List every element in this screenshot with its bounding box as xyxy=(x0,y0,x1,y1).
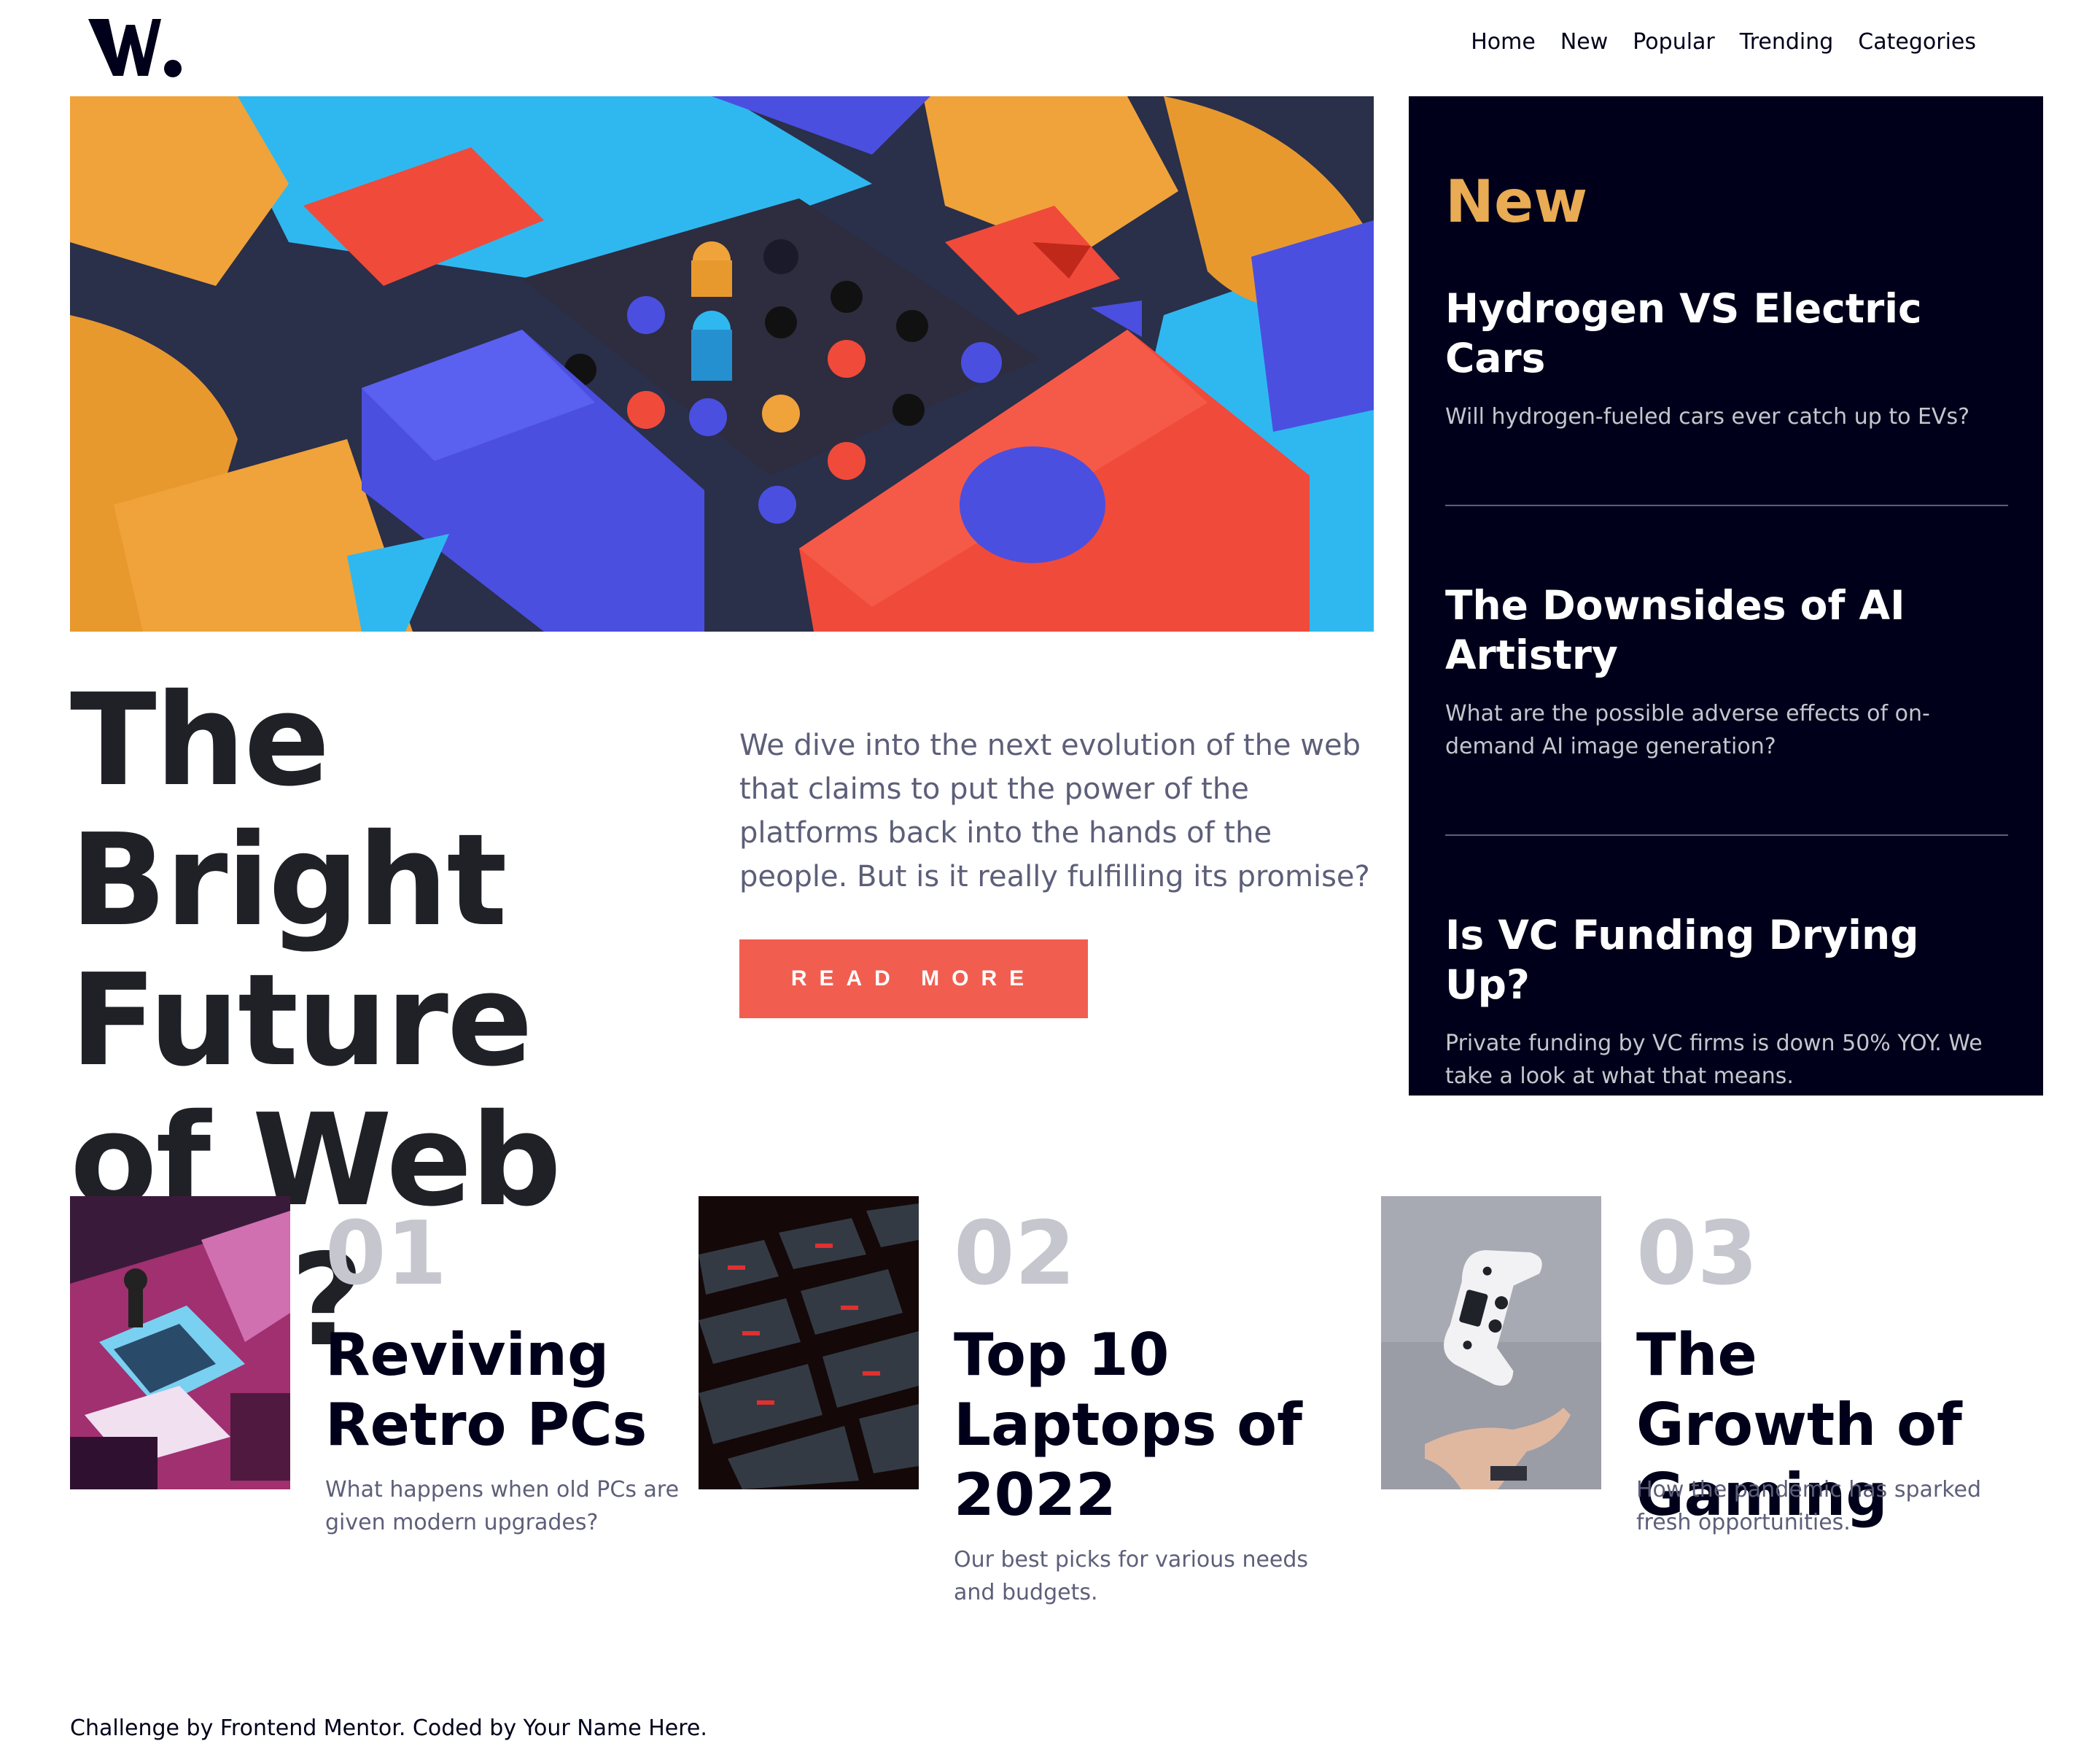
retro-pcs-thumbnail xyxy=(70,1196,290,1489)
laptops-thumbnail xyxy=(699,1196,919,1489)
card-number: 02 xyxy=(954,1203,1076,1305)
nav-popular[interactable]: Popular xyxy=(1633,29,1715,55)
new-article-text: What are the possible adverse effects of… xyxy=(1445,701,1930,759)
new-panel-title: New xyxy=(1445,168,1588,236)
nav-new[interactable]: New xyxy=(1560,29,1608,55)
article-card-01: 01 Reviving Retro PCs What happens when … xyxy=(70,1196,697,1648)
new-article-item[interactable]: Is VC Funding Drying Up? Private funding… xyxy=(1445,910,2008,1164)
gaming-thumbnail xyxy=(1381,1196,1601,1489)
hero-description: We dive into the next evolution of the w… xyxy=(739,729,1370,893)
logo-w-mark xyxy=(88,19,182,77)
card-text: How the pandemic has sparked fresh oppor… xyxy=(1636,1477,1982,1535)
nav-categories[interactable]: Categories xyxy=(1858,29,1976,55)
nav-home[interactable]: Home xyxy=(1471,29,1536,55)
new-article-title[interactable]: Hydrogen VS Electric Cars xyxy=(1445,284,2008,383)
new-article-text: Private funding by VC firms is down 50% … xyxy=(1445,1031,1983,1089)
card-title[interactable]: Top 10 Laptops of 2022 xyxy=(954,1320,1333,1530)
new-article-item[interactable]: The Downsides of AI Artistry What are th… xyxy=(1445,581,2008,836)
nav-trending[interactable]: Trending xyxy=(1740,29,1834,55)
article-card-03: 03 The Growth of Gaming How the pandemic… xyxy=(1381,1196,2037,1648)
card-text: What happens when old PCs are given mode… xyxy=(325,1477,680,1535)
card-number: 03 xyxy=(1636,1203,1758,1305)
read-more-button[interactable]: READ MORE xyxy=(739,939,1088,1018)
card-text: Our best picks for various needs and bud… xyxy=(954,1547,1309,1605)
new-article-item[interactable]: Hydrogen VS Electric Cars Will hydrogen-… xyxy=(1445,284,2008,506)
new-article-text: Will hydrogen-fueled cars ever catch up … xyxy=(1445,404,1970,430)
hero-image xyxy=(70,96,1374,632)
site-logo[interactable] xyxy=(88,16,183,79)
new-article-title[interactable]: Is VC Funding Drying Up? xyxy=(1445,910,2008,1009)
card-number: 01 xyxy=(325,1203,447,1305)
main-nav: Home New Popular Trending Categories xyxy=(1471,29,1976,55)
new-articles-panel: New Hydrogen VS Electric Cars Will hydro… xyxy=(1409,96,2043,1096)
article-card-02: 02 Top 10 Laptops of 2022 Our best picks… xyxy=(699,1196,1355,1648)
card-title[interactable]: Reviving Retro PCs xyxy=(325,1320,704,1460)
new-article-title[interactable]: The Downsides of AI Artistry xyxy=(1445,581,2008,680)
